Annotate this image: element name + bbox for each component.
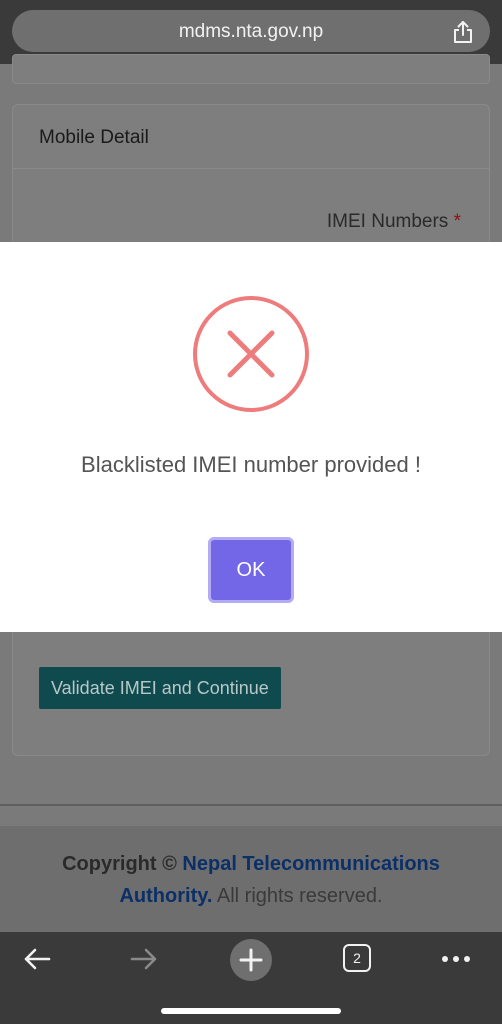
tab-count: 2 <box>353 950 361 966</box>
nta-link-line2[interactable]: Authority. <box>119 885 212 907</box>
share-icon[interactable] <box>452 20 474 44</box>
rights-text: All rights reserved. <box>216 885 383 907</box>
error-dialog: Blacklisted IMEI number provided ! OK <box>0 242 502 632</box>
copyright-text: Copyright © <box>62 853 177 875</box>
nta-link[interactable]: Nepal Telecommunications <box>182 853 439 875</box>
browser-bottom-bar: 2 <box>0 932 502 1024</box>
tabs-icon[interactable]: 2 <box>343 944 371 972</box>
previous-card <box>12 54 490 84</box>
more-icon[interactable] <box>440 942 472 976</box>
back-arrow-icon[interactable] <box>22 942 52 976</box>
imei-numbers-label: IMEI Numbers * <box>327 211 461 233</box>
url-text: mdms.nta.gov.np <box>178 21 324 42</box>
validate-imei-button[interactable]: Validate IMEI and Continue <box>39 667 281 709</box>
home-indicator[interactable] <box>161 1008 341 1014</box>
imei-label-text: IMEI Numbers <box>326 211 449 232</box>
address-bar[interactable]: mdms.nta.gov.np <box>12 10 490 52</box>
forward-arrow-icon[interactable] <box>129 942 159 976</box>
divider <box>0 804 502 806</box>
error-x-icon <box>193 296 309 412</box>
card-title: Mobile Detail <box>13 105 489 169</box>
required-mark: * <box>453 211 461 232</box>
ok-button[interactable]: OK <box>208 537 294 603</box>
error-message: Blacklisted IMEI number provided ! <box>81 452 421 477</box>
footer: Copyright © Nepal Telecommunications Aut… <box>0 826 502 932</box>
new-tab-icon[interactable] <box>229 938 273 982</box>
